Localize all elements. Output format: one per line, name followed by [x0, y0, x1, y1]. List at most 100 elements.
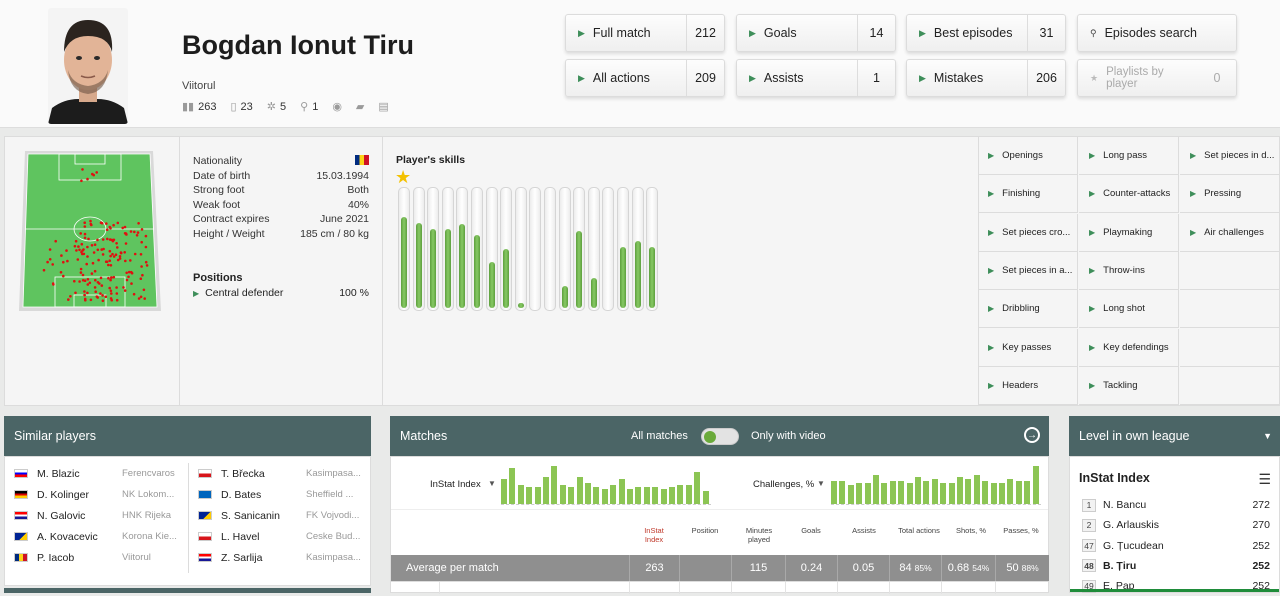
video-toggle[interactable] [701, 428, 739, 445]
mistakes-button[interactable]: ▶ Mistakes 206 [906, 59, 1066, 97]
index-match-bar[interactable] [601, 489, 608, 504]
challenge-match-bar[interactable] [973, 475, 980, 504]
challenge-match-bar[interactable] [864, 483, 871, 504]
skill-bar[interactable] [587, 187, 600, 311]
skill-bar[interactable] [631, 187, 644, 311]
similar-player-row[interactable]: D. Kolinger [14, 484, 89, 505]
col-instat-index[interactable]: InStat Index [639, 526, 669, 544]
skill-bar[interactable] [514, 187, 527, 311]
challenge-match-bar[interactable] [839, 481, 846, 504]
index-match-bar[interactable] [568, 487, 575, 504]
col-goals[interactable]: Goals [793, 526, 829, 535]
challenges-selector[interactable]: Challenges, % [753, 479, 814, 490]
similar-player-row[interactable]: A. Kovacevic [14, 526, 98, 547]
challenge-match-bar[interactable] [915, 477, 921, 504]
challenge-match-bar[interactable] [847, 485, 854, 504]
col-total-actions[interactable]: Total actions [891, 526, 947, 535]
menu-icon[interactable]: ☰ [1258, 471, 1271, 488]
pdf-icon[interactable]: ▤ [378, 100, 388, 113]
challenge-match-bar[interactable] [990, 483, 997, 504]
skill-bar[interactable] [471, 187, 483, 311]
index-match-bar[interactable] [559, 485, 566, 504]
skill-bar[interactable] [529, 187, 542, 311]
challenge-match-bar[interactable] [923, 481, 930, 504]
position-row[interactable]: ▶ Central defender 100 % [193, 287, 369, 299]
similar-player-row[interactable]: P. Iacob [14, 547, 74, 568]
episodes-search-button[interactable]: ⚲ Episodes search [1077, 14, 1237, 52]
skill-category-item[interactable]: ▶ Throw-ins [1079, 251, 1179, 290]
skill-bar[interactable] [500, 187, 513, 311]
skill-bar[interactable] [646, 187, 659, 311]
skill-bar[interactable] [558, 187, 571, 311]
similar-player-row[interactable]: N. Galovic [14, 505, 85, 526]
index-match-bar[interactable] [669, 487, 675, 504]
challenge-match-bar[interactable] [948, 483, 955, 504]
index-match-bar[interactable] [685, 485, 692, 504]
col-minutes[interactable]: Minutes played [739, 526, 779, 544]
level-row[interactable]: 48 B. Țiru 252 [1082, 556, 1276, 576]
index-match-bar[interactable] [702, 491, 709, 504]
index-selector[interactable]: InStat Index [430, 479, 481, 490]
comment-icon[interactable]: ▰ [356, 100, 364, 113]
challenge-match-bar[interactable] [1024, 481, 1031, 504]
index-match-bar[interactable] [660, 489, 667, 504]
challenge-match-bar[interactable] [1015, 481, 1022, 504]
similar-player-row[interactable]: L. Havel [198, 526, 260, 547]
challenge-match-bar[interactable] [881, 483, 888, 504]
skill-category-item[interactable]: ▶ Air challenges [1180, 213, 1280, 252]
challenge-match-bar[interactable] [898, 481, 905, 504]
chevron-down-icon[interactable]: ▼ [817, 479, 825, 488]
level-header[interactable]: Level in own league ▼ [1069, 416, 1280, 456]
chevron-down-icon[interactable]: ▼ [1263, 431, 1272, 441]
similar-player-row[interactable]: Z. Sarlija [198, 547, 262, 568]
best-episodes-button[interactable]: ▶ Best episodes 31 [906, 14, 1066, 52]
challenge-match-bar[interactable] [982, 481, 989, 504]
challenge-match-bar[interactable] [965, 479, 972, 504]
index-match-bar[interactable] [643, 487, 650, 504]
challenge-match-bar[interactable] [889, 481, 896, 504]
skill-bar[interactable] [427, 187, 440, 311]
skill-category-item[interactable]: ▶ Pressing [1180, 175, 1280, 214]
index-match-bar[interactable] [652, 487, 659, 504]
challenge-match-bar[interactable] [906, 483, 913, 504]
challenge-match-bar[interactable] [957, 477, 963, 504]
skill-category-item[interactable]: ▶ Key passes [978, 328, 1078, 367]
skill-category-item[interactable]: ▶ Dribbling [978, 290, 1078, 329]
challenge-match-bar[interactable] [873, 475, 879, 504]
goals-button[interactable]: ▶ Goals 14 [736, 14, 896, 52]
challenge-match-bar[interactable] [931, 479, 938, 504]
index-match-bar[interactable] [526, 487, 533, 504]
index-match-bar[interactable] [509, 468, 516, 504]
skill-category-item[interactable]: ▶ Openings [978, 137, 1078, 175]
full-match-button[interactable]: ▶ Full match 212 [565, 14, 725, 52]
skill-bar[interactable] [398, 187, 410, 311]
only-video-label[interactable]: Only with video [751, 430, 826, 442]
playlists-button[interactable]: ★ Playlists by player 0 [1077, 59, 1237, 97]
level-row[interactable]: 2 G. Arlauskis 270 [1082, 515, 1276, 535]
navigate-arrow-icon[interactable]: → [1024, 427, 1040, 443]
index-match-bar[interactable] [677, 485, 684, 504]
level-row[interactable]: 49 E. Pap 252 [1082, 576, 1276, 596]
challenge-match-bar[interactable] [1032, 466, 1039, 504]
skill-category-item[interactable]: ▶ Key defendings [1079, 328, 1179, 367]
level-row[interactable]: 1 N. Bancu 272 [1082, 495, 1276, 515]
challenge-match-bar[interactable] [999, 483, 1005, 504]
col-position[interactable]: Position [687, 526, 723, 535]
skill-category-item[interactable]: ▶ Playmaking [1079, 213, 1179, 252]
assists-button[interactable]: ▶ Assists 1 [736, 59, 896, 97]
similar-player-row[interactable]: S. Sanicanin [198, 505, 280, 526]
similar-player-row[interactable]: D. Bates [198, 484, 261, 505]
skill-bar[interactable] [573, 187, 586, 311]
index-match-bar[interactable] [551, 466, 558, 504]
index-match-bar[interactable] [593, 487, 600, 504]
level-row[interactable]: 47 G. Țucudean 252 [1082, 536, 1276, 556]
challenge-match-bar[interactable] [1007, 479, 1014, 504]
challenge-match-bar[interactable] [940, 483, 947, 504]
skill-category-item[interactable]: ▶ Long pass [1079, 137, 1179, 175]
skill-bar[interactable] [441, 187, 454, 311]
index-match-bar[interactable] [618, 479, 625, 504]
all-actions-button[interactable]: ▶ All actions 209 [565, 59, 725, 97]
skill-category-item[interactable]: ▶ Set pieces in a... [978, 251, 1078, 290]
skill-bar[interactable] [617, 187, 629, 311]
index-match-bar[interactable] [585, 483, 591, 504]
